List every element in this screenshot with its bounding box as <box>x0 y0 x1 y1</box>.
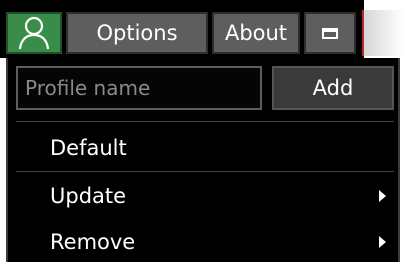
profile-name-input[interactable] <box>16 66 262 110</box>
menu-item-default[interactable]: Default <box>16 126 394 170</box>
menu-item-label: Default <box>50 136 127 160</box>
profile-button[interactable] <box>6 12 62 54</box>
divider <box>16 171 394 172</box>
add-profile-button[interactable]: Add <box>272 66 394 110</box>
user-icon <box>18 16 50 50</box>
window-icon <box>322 27 338 39</box>
profile-menu-window: Options About Add Default Update Remove <box>0 0 403 262</box>
menu-item-remove[interactable]: Remove <box>16 220 394 262</box>
add-label: Add <box>312 76 354 100</box>
toolbar: Options About <box>0 0 403 58</box>
options-button[interactable]: Options <box>66 12 208 54</box>
window-mode-button[interactable] <box>304 12 356 54</box>
menu-item-update[interactable]: Update <box>16 174 394 218</box>
submenu-arrow-icon <box>379 236 386 248</box>
toolbar-fade <box>364 10 403 56</box>
menu-item-label: Remove <box>50 230 136 254</box>
menu-item-label: Update <box>50 184 127 208</box>
options-label: Options <box>96 21 178 45</box>
about-button[interactable]: About <box>212 12 300 54</box>
submenu-arrow-icon <box>379 190 386 202</box>
about-label: About <box>224 21 288 45</box>
divider <box>16 121 394 122</box>
